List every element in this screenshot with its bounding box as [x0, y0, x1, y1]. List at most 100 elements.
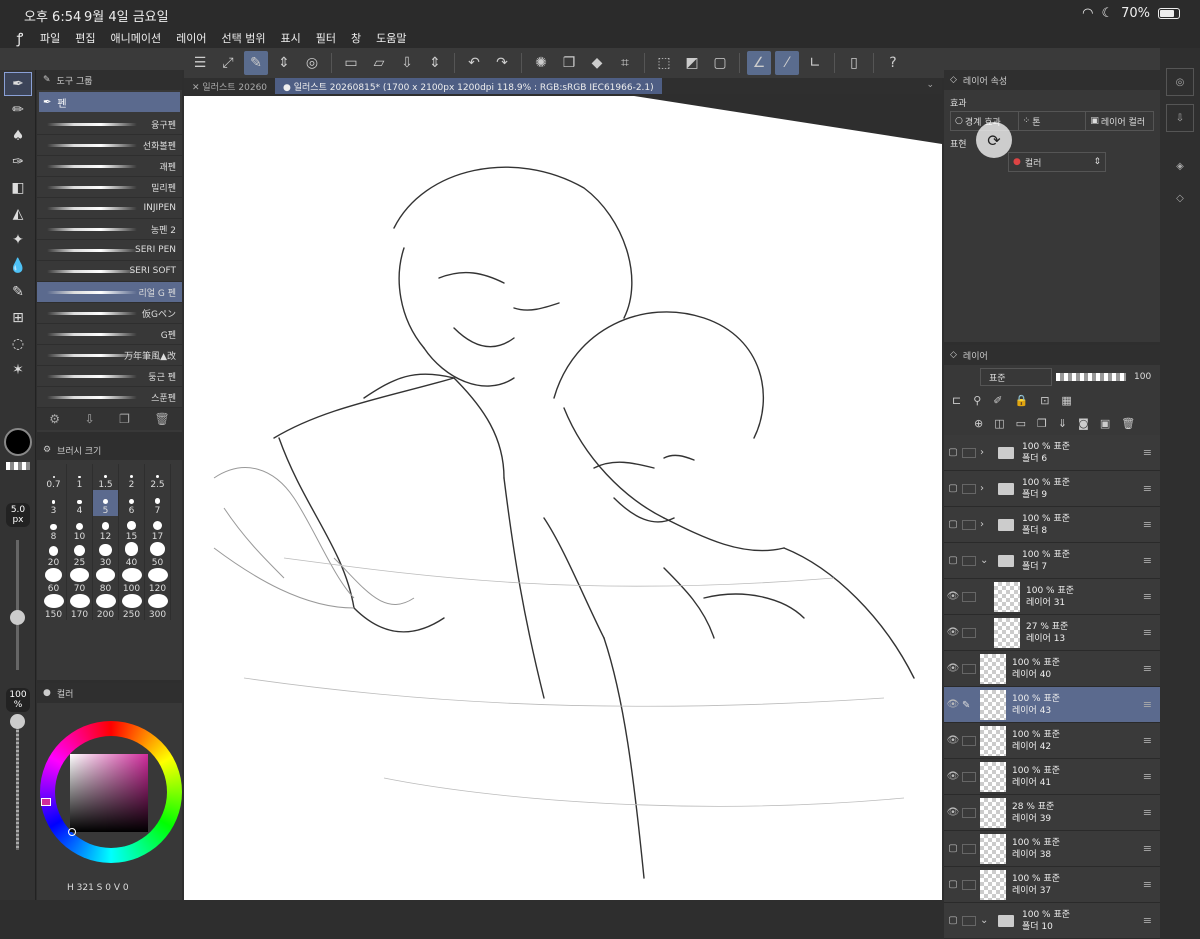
brush-size-option[interactable]: 70 [67, 568, 93, 594]
chevron-right-icon[interactable]: › [980, 447, 994, 458]
blend-mode-select[interactable]: 표준 [980, 368, 1052, 386]
menu-edit[interactable]: 편집 [75, 30, 95, 46]
apply-mask-icon[interactable]: ▣ [1100, 417, 1110, 430]
brush-size-option[interactable]: 1 [67, 464, 93, 490]
brush-size-option[interactable]: 2.5 [145, 464, 171, 490]
transparent-color-swatch[interactable] [6, 462, 30, 470]
layer-row[interactable]: 👁 27 % 표준 레이어 13 ≡ [944, 615, 1160, 651]
layer-menu-icon[interactable]: ≡ [1143, 734, 1152, 747]
menu-window[interactable]: 창 [351, 30, 361, 46]
layer-opacity-slider[interactable] [1056, 373, 1126, 381]
chevron-down-icon[interactable]: ⌄ [980, 555, 994, 566]
brush-size-option[interactable]: 15 [119, 516, 145, 542]
menu-animation[interactable]: 애니메이션 [111, 30, 162, 46]
sv-marker[interactable] [68, 828, 76, 836]
open-folder-icon[interactable]: ▱ [367, 51, 391, 75]
loading-icon[interactable]: ✺ [529, 51, 553, 75]
layer-menu-icon[interactable]: ≡ [1143, 842, 1152, 855]
layer-lock-box[interactable] [962, 447, 976, 458]
brush-item[interactable]: 융구펜 [37, 114, 182, 135]
layer-menu-icon[interactable]: ≡ [1143, 878, 1152, 891]
brush-size-option[interactable]: 8 [41, 516, 67, 542]
sparkle-tool-icon[interactable]: ✦ [4, 228, 32, 252]
menu-icon[interactable]: ☰ [188, 51, 212, 75]
hidden-box-icon[interactable]: ▢ [944, 879, 962, 890]
layer-color-button[interactable]: ▣ 레이어 컬러 [1086, 112, 1153, 130]
brush-size-option[interactable]: 7 [145, 490, 171, 516]
mask-icon[interactable]: ▦ [1061, 394, 1071, 407]
menu-file[interactable]: 파일 [40, 30, 60, 46]
copy-icon[interactable]: ❐ [119, 412, 130, 426]
layer-lock-box[interactable] [962, 663, 976, 674]
brush-size-option[interactable]: 40 [119, 542, 145, 568]
invert-selection-icon[interactable]: ◩ [680, 51, 704, 75]
brush-item[interactable]: 둥근 펜 [37, 366, 182, 387]
layer-lock-box[interactable] [962, 555, 976, 566]
brush-size-option[interactable]: 2 [119, 464, 145, 490]
app-icon[interactable]: ◎ [300, 51, 324, 75]
layer-menu-icon[interactable]: ≡ [1143, 446, 1152, 459]
trash-icon[interactable]: 🗑 [154, 412, 169, 426]
hidden-box-icon[interactable]: ▢ [944, 519, 962, 530]
export-icon[interactable]: ⇩ [1166, 104, 1194, 132]
layer-row[interactable]: 👁 100 % 표준 레이어 31 ≡ [944, 579, 1160, 615]
brush-item[interactable]: 스푼펜 [37, 387, 182, 408]
navigator-icon[interactable]: ◎ [1166, 68, 1194, 96]
brush-size-slider[interactable] [10, 540, 25, 670]
brush-size-option[interactable]: 4 [67, 490, 93, 516]
smartphone-icon[interactable]: ▯ [842, 51, 866, 75]
chevron-right-icon[interactable]: › [980, 483, 994, 494]
lock-icon[interactable]: 🔒 [1015, 394, 1029, 407]
wand-tool-icon[interactable]: ✶ [4, 358, 32, 382]
eye-icon[interactable]: 👁 [944, 735, 962, 746]
brush-size-option[interactable]: 6 [119, 490, 145, 516]
color-tab-label[interactable]: 컬러 [57, 687, 74, 700]
layer-menu-icon[interactable]: ≡ [1143, 770, 1152, 783]
marker-tool-icon[interactable]: ✎ [4, 280, 32, 304]
draft-icon[interactable]: ✐ [993, 394, 1002, 407]
clip-icon[interactable]: ⊏ [952, 394, 961, 407]
pen-tool-icon[interactable]: ✒ [4, 72, 32, 96]
layer-menu-icon[interactable]: ≡ [1143, 626, 1152, 639]
brush-tool-icon[interactable]: ♠ [4, 124, 32, 148]
layer-menu-icon[interactable]: ≡ [1143, 698, 1152, 711]
brush-item[interactable]: 万年筆風▲改 [37, 345, 182, 366]
download-icon[interactable]: ⇩ [85, 412, 95, 426]
rotate-tool-overlay-icon[interactable]: ⟳ [976, 122, 1012, 158]
layer-row[interactable]: ▢ 100 % 표준 레이어 38 ≡ [944, 831, 1160, 867]
edit-mode-icon[interactable]: ✎ [244, 51, 268, 75]
layer-lock-box[interactable] [962, 843, 976, 854]
tabs-dropdown-icon[interactable]: ⌄ [918, 78, 942, 94]
layer-lock-box[interactable] [962, 519, 976, 530]
subtool-settings-icon[interactable]: ⚙ [49, 412, 60, 426]
chevron-right-icon[interactable]: › [980, 519, 994, 530]
brush-item[interactable]: 리얼 G 펜 [37, 282, 182, 303]
brush-size-option[interactable]: 150 [41, 594, 67, 620]
redo-icon[interactable]: ↷ [490, 51, 514, 75]
canvas-tab-1[interactable]: ✕ 일러스트 20260 [184, 78, 275, 94]
layer-props-dock-icon[interactable]: ◈ [1166, 152, 1194, 180]
fill-tool-icon[interactable]: ◭ [4, 202, 32, 226]
brush-size-option[interactable]: 0.7 [41, 464, 67, 490]
deselect-icon[interactable]: ⬚ [652, 51, 676, 75]
hidden-box-icon[interactable]: ▢ [944, 843, 962, 854]
layer-row[interactable]: ▢ › 100 % 표준 폴더 6 ≡ [944, 435, 1160, 471]
selection-icon[interactable]: ▢ [708, 51, 732, 75]
brush-item[interactable]: 밀리펜 [37, 177, 182, 198]
brush-size-option[interactable]: 10 [67, 516, 93, 542]
saturation-value-picker[interactable] [70, 754, 148, 832]
brush-item[interactable]: 선화볼펜 [37, 135, 182, 156]
brush-size-option[interactable]: 17 [145, 516, 171, 542]
layer-row[interactable]: ▢ › 100 % 표준 폴더 8 ≡ [944, 507, 1160, 543]
brush-size-option[interactable]: 300 [145, 594, 171, 620]
expression-select[interactable]: ● 컬러 ⇕ [1008, 152, 1106, 172]
brush-item[interactable]: INJIPEN [37, 198, 182, 219]
brush-item[interactable]: SERI PEN [37, 240, 182, 261]
new-folder-icon[interactable]: ▭ [1016, 417, 1026, 430]
reference-icon[interactable]: ⚲ [973, 394, 981, 407]
trash-icon[interactable]: 🗑 [1121, 417, 1135, 430]
layer-row[interactable]: ▢ 100 % 표준 레이어 37 ≡ [944, 867, 1160, 903]
airbrush-tool-icon[interactable]: ✑ [4, 150, 32, 174]
stepper-icon[interactable]: ⇕ [272, 51, 296, 75]
fullscreen-icon[interactable]: ⤢ [216, 51, 240, 75]
